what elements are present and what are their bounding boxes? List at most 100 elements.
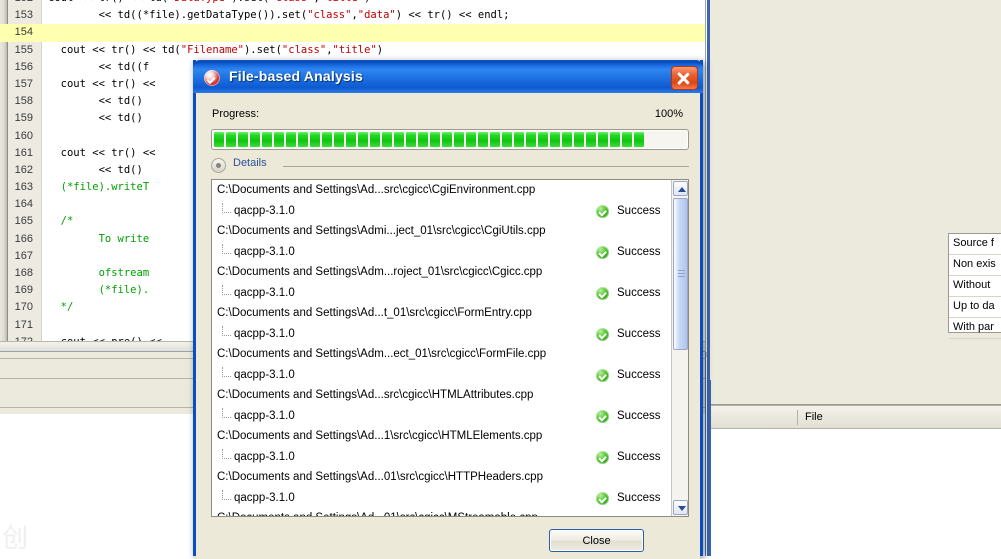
progress-chunk: [538, 132, 548, 147]
line-number: 168: [0, 265, 33, 282]
status-badge: Success: [617, 365, 660, 385]
summary-grid-row[interactable]: Up to da: [949, 297, 1001, 318]
analysis-results-rows: C:\Documents and Settings\Ad...src\cgicc…: [212, 180, 673, 517]
tree-branch-icon: [222, 244, 231, 254]
summary-grid-row[interactable]: Non exis: [949, 255, 1001, 276]
progress-chunk: [454, 132, 464, 147]
list-item-file[interactable]: C:\Documents and Settings\Admi...ject_01…: [212, 221, 673, 242]
line-number: 160: [0, 128, 33, 145]
line-text: << td(): [48, 110, 149, 127]
line-number: 152: [0, 0, 33, 7]
tree-branch-icon: [222, 408, 231, 418]
progress-chunk: [214, 132, 224, 147]
list-item-file[interactable]: C:\Documents and Settings\Ad...src\cgicc…: [212, 180, 673, 201]
details-label[interactable]: Details: [233, 157, 267, 169]
list-item-file[interactable]: C:\Documents and Settings\Ad...1\src\cgi…: [212, 426, 673, 447]
progress-label: Progress:: [212, 108, 259, 120]
line-number: 169: [0, 282, 33, 299]
list-item-file[interactable]: C:\Documents and Settings\Adm...ect_01\s…: [212, 344, 673, 365]
list-item-tool[interactable]: qacpp-3.1.0Success: [212, 283, 673, 304]
right-top-pane: Source fNon exisWithoutUp to daWith par: [707, 0, 1001, 380]
line-number: 171: [0, 317, 33, 334]
list-item-tool[interactable]: qacpp-3.1.0Success: [212, 365, 673, 386]
progress-chunk: [418, 132, 428, 147]
line-number: 166: [0, 231, 33, 248]
line-number: 165: [0, 213, 33, 230]
list-item-file[interactable]: C:\Documents and Settings\Adm...roject_0…: [212, 262, 673, 283]
progress-chunk: [586, 132, 596, 147]
list-item-tool[interactable]: qacpp-3.1.0Success: [212, 242, 673, 263]
code-line[interactable]: 154: [0, 24, 706, 41]
line-number: 158: [0, 93, 33, 110]
line-number: 155: [0, 42, 33, 59]
progress-chunk: [334, 132, 344, 147]
right-pane-divider[interactable]: [707, 0, 710, 380]
line-number: 161: [0, 145, 33, 162]
close-button[interactable]: Close: [549, 529, 644, 552]
progress-chunk: [478, 132, 488, 147]
status-badge: Success: [617, 242, 660, 262]
line-number: 164: [0, 196, 33, 213]
status-badge: Success: [617, 324, 660, 344]
status-badge: Success: [617, 488, 660, 508]
right-bottom-pane: File: [707, 380, 1001, 556]
list-item-tool[interactable]: qacpp-3.1.0Success: [212, 324, 673, 345]
chevron-up-icon: [678, 187, 686, 192]
success-icon: [596, 328, 609, 341]
line-text: << td(): [48, 93, 149, 110]
close-icon[interactable]: [671, 66, 698, 90]
tree-branch-icon: [222, 285, 231, 295]
line-text: cout << tr() << td("DataType").set("clas…: [48, 0, 370, 7]
progress-chunk: [370, 132, 380, 147]
list-item-tool[interactable]: qacpp-3.1.0Success: [212, 406, 673, 427]
line-number: 157: [0, 76, 33, 93]
scroll-down-icon[interactable]: [673, 500, 688, 515]
list-item-tool[interactable]: qacpp-3.1.0Success: [212, 447, 673, 468]
line-number: 162: [0, 162, 33, 179]
line-text: ofstream: [48, 265, 149, 282]
success-icon: [596, 451, 609, 464]
check-badge-icon: [204, 70, 220, 86]
summary-grid-row[interactable]: With par: [949, 318, 1001, 339]
dialog-title-bar[interactable]: File-based Analysis: [193, 60, 703, 93]
right-bottom-edge: [707, 380, 711, 556]
progress-chunk: [610, 132, 620, 147]
scrollbar-thumb[interactable]: [673, 198, 688, 350]
line-number: 159: [0, 110, 33, 127]
summary-grid-row[interactable]: Without: [949, 276, 1001, 297]
code-line[interactable]: 153 << td((*file).getDataType()).set("cl…: [0, 7, 706, 24]
progress-chunk: [322, 132, 332, 147]
scroll-up-icon[interactable]: [673, 181, 688, 196]
line-text: cout << tr() <<: [48, 76, 162, 93]
progress-chunk: [382, 132, 392, 147]
column-header-file[interactable]: File: [805, 411, 823, 423]
list-item-tool[interactable]: qacpp-3.1.0Success: [212, 488, 673, 509]
list-item-file[interactable]: C:\Documents and Settings\Ad...t_01\src\…: [212, 303, 673, 324]
code-line[interactable]: 155 cout << tr() << td("Filename").set("…: [0, 42, 706, 59]
tree-branch-icon: [222, 449, 231, 459]
summary-grid[interactable]: Source fNon exisWithoutUp to daWith par: [948, 233, 1001, 333]
success-icon: [596, 287, 609, 300]
progress-bar: [211, 129, 689, 150]
progress-chunk: [226, 132, 236, 147]
code-line[interactable]: 152 cout << tr() << td("DataType").set("c…: [0, 0, 706, 7]
progress-chunk: [346, 132, 356, 147]
line-number: 170: [0, 299, 33, 316]
analysis-results-list[interactable]: C:\Documents and Settings\Ad...src\cgicc…: [211, 179, 689, 517]
dialog-body: Progress: 100% Details C:\Documents and …: [196, 93, 700, 559]
list-vertical-scrollbar[interactable]: [671, 180, 688, 516]
list-item-file[interactable]: C:\Documents and Settings\Ad...src\cgicc…: [212, 385, 673, 406]
line-number: 156: [0, 59, 33, 76]
list-item-tool[interactable]: qacpp-3.1.0Success: [212, 201, 673, 222]
success-icon: [596, 205, 609, 218]
expander-icon[interactable]: [211, 158, 226, 173]
progress-chunk: [286, 132, 296, 147]
progress-bar-fill: [214, 132, 686, 147]
list-item-file[interactable]: C:\Documents and Settings\Ad...01\src\cg…: [212, 467, 673, 488]
dialog-title: File-based Analysis: [229, 68, 363, 84]
list-item-file[interactable]: C:\Documents and Settings\Ad...01\src\cg…: [212, 508, 673, 517]
summary-grid-row[interactable]: Source f: [949, 234, 1001, 255]
line-text: cout << tr() << td("Filename").set("clas…: [48, 42, 383, 59]
success-icon: [596, 492, 609, 505]
details-expander[interactable]: Details: [211, 157, 689, 177]
